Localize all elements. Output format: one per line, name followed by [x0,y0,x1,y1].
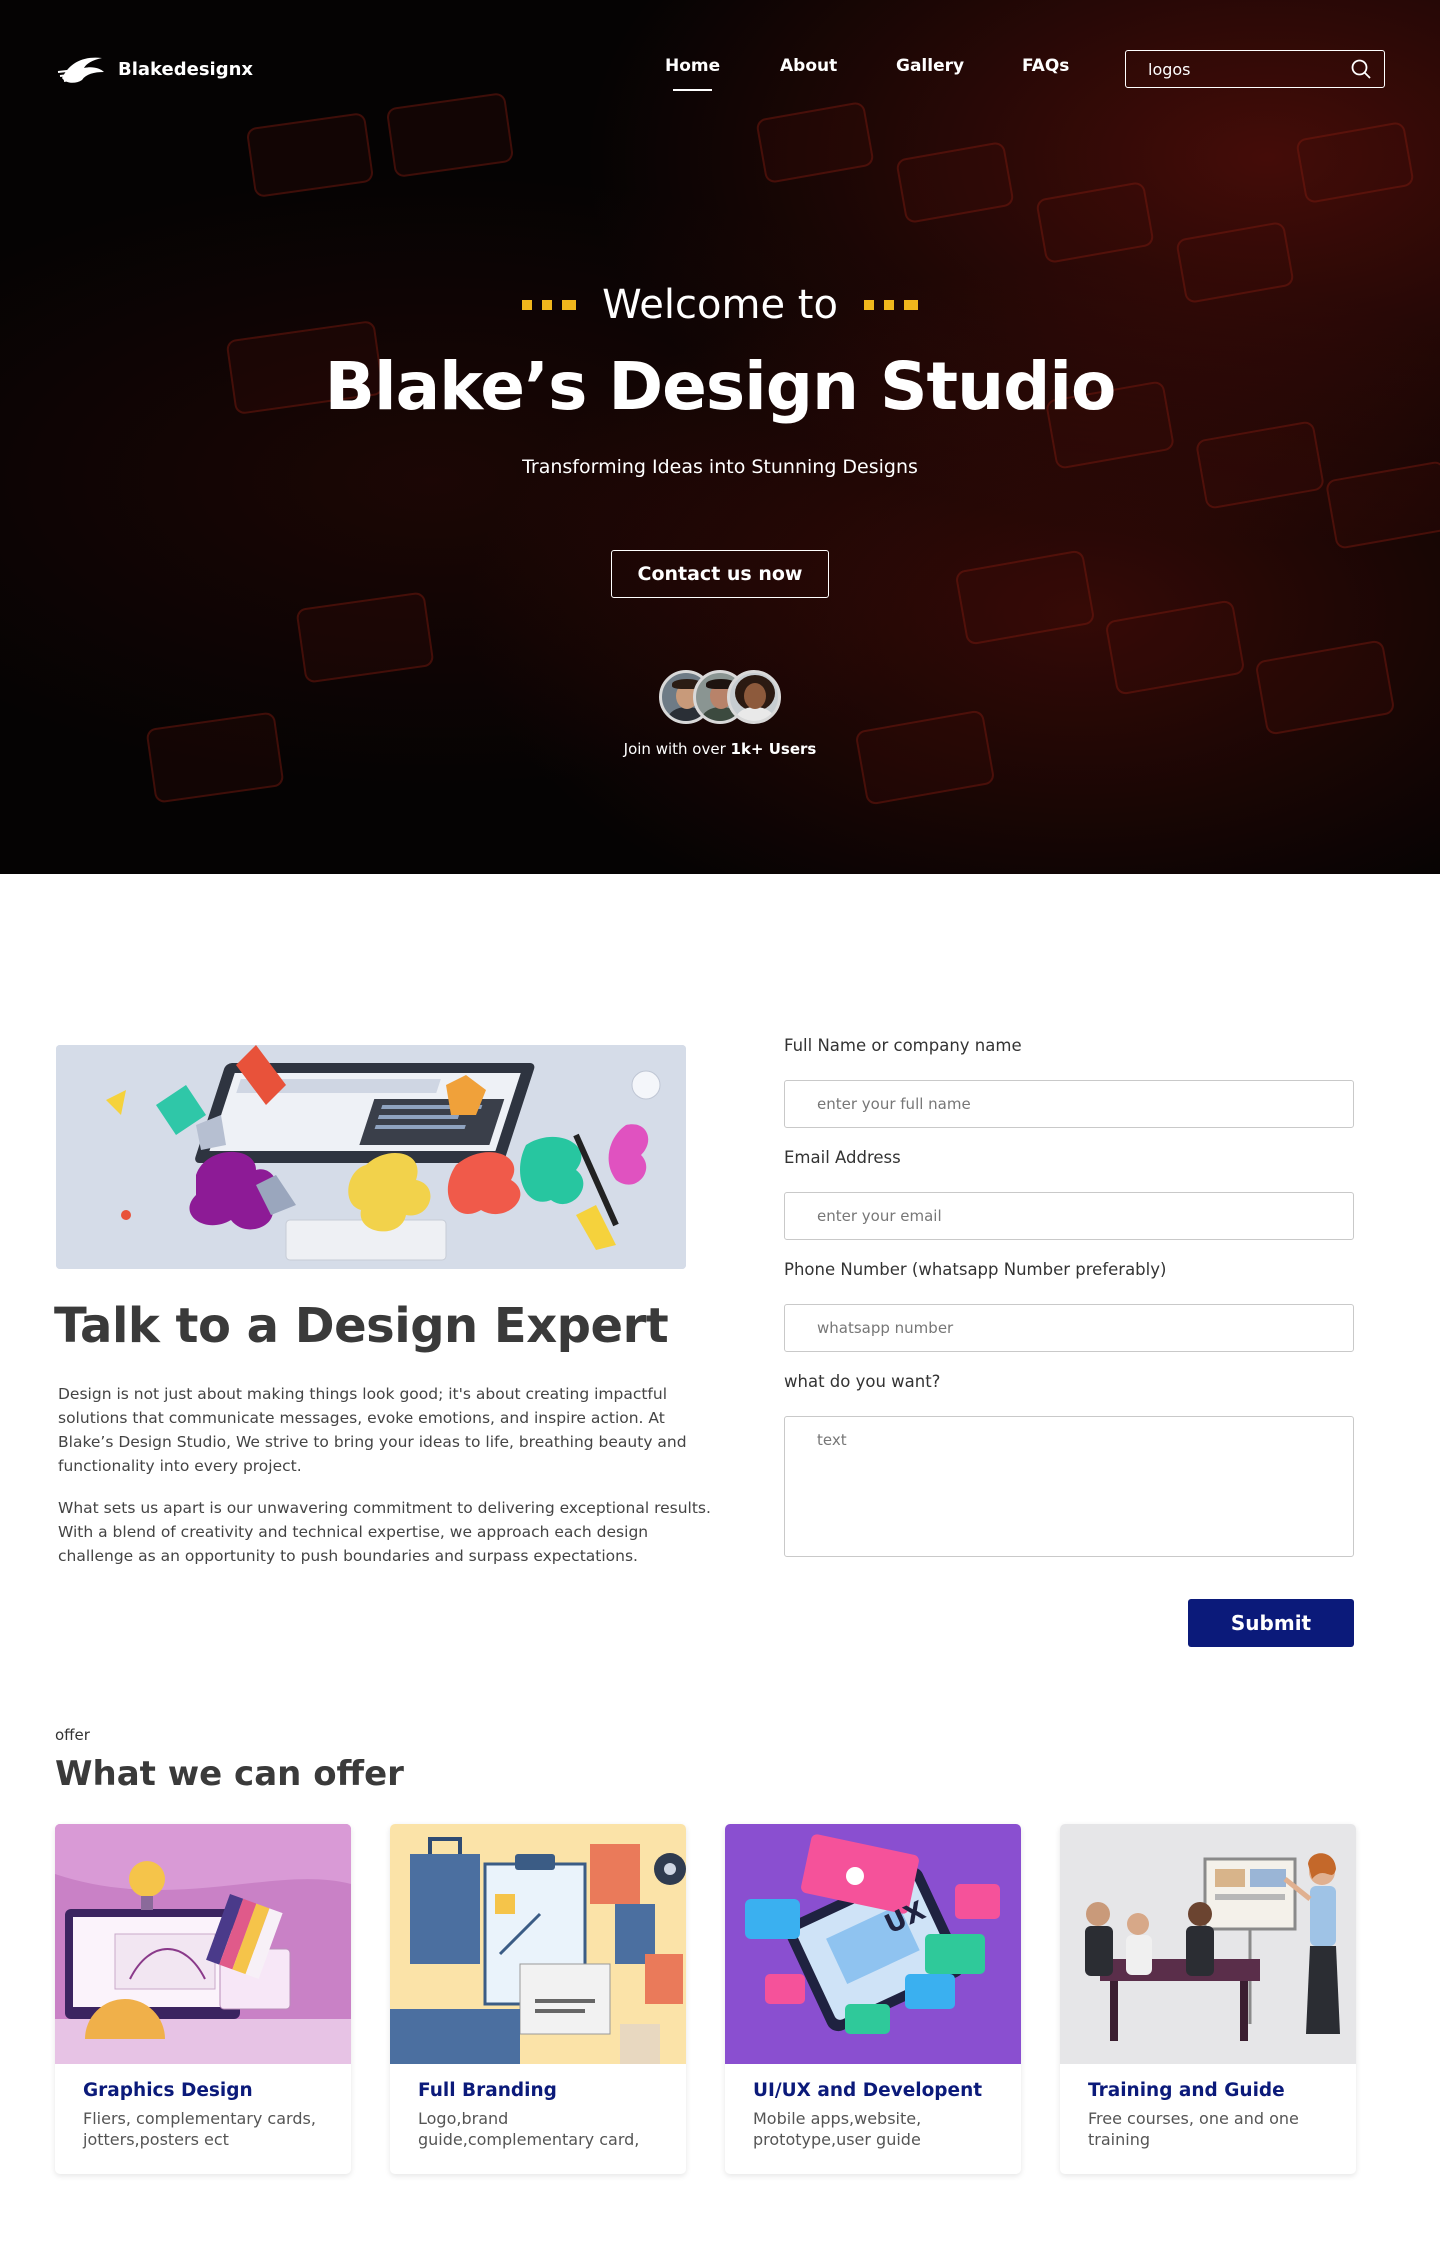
decorative-dots-right [863,300,918,310]
avatar [727,670,781,724]
uiux-illustration: UX [725,1824,1021,2064]
request-label: what do you want? [784,1372,941,1391]
submit-button[interactable]: Submit [1188,1599,1354,1647]
training-illustration [1060,1824,1356,2064]
email-field[interactable] [784,1192,1354,1240]
brand-logo[interactable]: Blakedesignx [56,52,253,86]
search-bar [1125,50,1385,88]
card-title: Graphics Design [83,2080,253,2101]
whatsapp-number-field[interactable] [784,1304,1354,1352]
join-prefix: Join with over [623,740,731,758]
offer-card-training[interactable]: Training and Guide Free courses, one and… [1060,1824,1356,2174]
expert-title: Talk to a Design Expert [54,1298,669,1354]
full-name-field[interactable] [784,1080,1354,1128]
welcome-text: Welcome to [602,282,838,328]
join-users-text: Join with over 1k+ Users [0,740,1440,758]
card-description: Fliers, complementary cards, jotters,pos… [83,2109,316,2149]
hero-title: Blake’s Design Studio [324,348,1117,425]
email-label: Email Address [784,1148,901,1167]
card-description: Mobile apps,website, prototype,user guid… [753,2109,922,2149]
offer-card-graphics-design[interactable]: Graphics Design Fliers, complementary ca… [55,1824,351,2174]
expert-paragraph-1: Design is not just about making things l… [58,1385,687,1475]
brand-name: Blakedesignx [118,58,254,80]
decorative-dots-left [522,300,577,310]
card-title: UI/UX and Developent [753,2080,983,2101]
full-branding-illustration [390,1824,686,2064]
search-input[interactable] [1148,59,1350,79]
graphics-design-illustration [55,1824,351,2064]
name-label: Full Name or company name [784,1036,1022,1055]
offer-title: What we can offer [55,1754,404,1794]
search-icon[interactable] [1350,58,1372,80]
contact-us-button[interactable]: Contact us now [611,550,829,598]
hero-section: Blakedesignx Home About Gallery FAQs Wel… [0,0,1440,874]
phone-label: Phone Number (whatsapp Number preferably… [784,1260,1167,1279]
card-description: Logo,brand guide,complementary card, [418,2109,640,2149]
expert-paragraph-2: What sets us apart is our unwavering com… [58,1499,711,1565]
card-description: Free courses, one and one training [1088,2109,1299,2149]
nav-home[interactable]: Home [665,56,720,91]
request-textarea[interactable] [784,1416,1354,1557]
offer-card-uiux[interactable]: UX UI/UX and Developent Mobile apps,webs… [725,1824,1021,2174]
logo-mark-icon [57,57,104,83]
nav-faqs[interactable]: FAQs [1022,56,1069,76]
card-title: Training and Guide [1088,2080,1285,2101]
card-title: Full Branding [418,2080,557,2101]
user-avatars [659,670,781,726]
hero-subtitle: Transforming Ideas into Stunning Designs [522,456,918,478]
nav-gallery[interactable]: Gallery [896,56,964,76]
offer-card-full-branding[interactable]: Full Branding Logo,brand guide,complemen… [390,1824,686,2174]
nav-about[interactable]: About [780,56,837,76]
offer-kicker: offer [55,1726,90,1744]
design-illustration [56,1045,686,1269]
join-count: 1k+ Users [730,740,817,758]
welcome-row: Welcome to [0,282,1440,328]
